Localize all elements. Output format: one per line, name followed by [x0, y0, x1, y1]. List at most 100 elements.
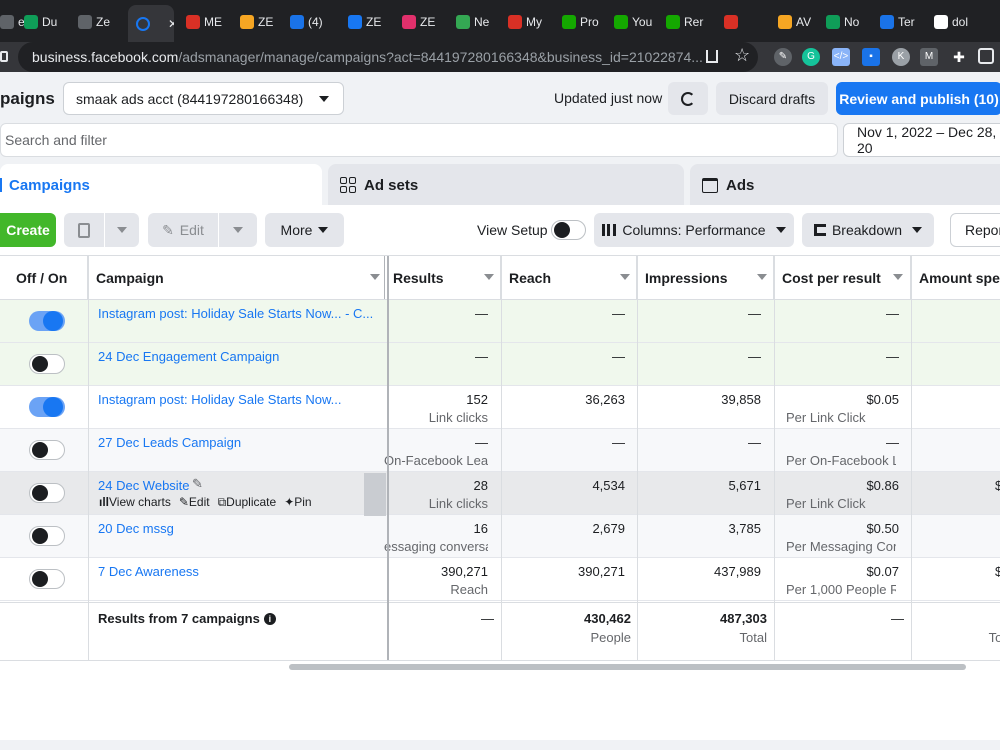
more-button[interactable]: More: [265, 213, 344, 247]
edit-action-label: Edit: [188, 495, 210, 509]
column-header-reach[interactable]: Reach: [501, 256, 637, 300]
column-header-campaign[interactable]: Campaign: [88, 256, 388, 300]
edit-button[interactable]: ✎ Edit: [148, 213, 218, 247]
edit-action[interactable]: ✎Edit: [179, 495, 210, 510]
row-drag-handle[interactable]: [364, 473, 386, 516]
cost-per-result-type: Per Link Click: [786, 496, 866, 511]
totals-top-border: [0, 602, 1000, 603]
bookmark-star-icon[interactable]: ☆: [734, 45, 750, 66]
pencil-icon[interactable]: ✎: [192, 476, 203, 492]
campaign-toggle[interactable]: [29, 569, 65, 589]
campaign-name-link[interactable]: 27 Dec Leads Campaign: [98, 435, 378, 450]
browser-tab[interactable]: Ze: [78, 7, 124, 37]
page-footer-strip: [0, 740, 1000, 750]
pin-action[interactable]: ✦Pin: [284, 495, 311, 510]
view-charts-action[interactable]: ıllView charts: [99, 495, 171, 510]
impressions-value: 5,671: [728, 478, 761, 493]
amount-spent-value: $: [995, 478, 1000, 493]
extension-m-icon[interactable]: M: [920, 48, 938, 66]
address-bar[interactable]: business.facebook.com/adsmanager/manage/…: [18, 42, 758, 72]
browser-tab[interactable]: My: [508, 7, 554, 37]
browser-tab[interactable]: Ne: [456, 7, 502, 37]
campaign-name-link[interactable]: 24 Dec Website: [98, 478, 378, 493]
column-header-impressions[interactable]: Impressions: [637, 256, 774, 300]
campaign-name-link[interactable]: Instagram post: Holiday Sale Starts Now.…: [98, 306, 378, 321]
browser-tab[interactable]: ME: [186, 7, 232, 37]
browser-tab[interactable]: Du: [24, 7, 70, 37]
reach-value: 4,534: [592, 478, 625, 493]
date-range-picker[interactable]: Nov 1, 2022 – Dec 28, 20: [843, 123, 1000, 157]
grammarly-icon[interactable]: G: [802, 48, 820, 66]
browser-tab[interactable]: ZE: [348, 7, 394, 37]
impressions-value: 437,989: [714, 564, 761, 579]
search-filter-bar[interactable]: Search and filter: [0, 123, 838, 157]
tab-close-icon[interactable]: ✕: [168, 17, 174, 31]
tab-favicon-icon: [562, 15, 576, 29]
tab-favicon-icon: [934, 15, 948, 29]
columns-button[interactable]: Columns: Performance: [594, 213, 794, 247]
campaign-toggle[interactable]: [29, 440, 65, 460]
tab-favicon-icon: [402, 15, 416, 29]
campaign-toggle[interactable]: [29, 311, 65, 331]
column-header-cost-per-result[interactable]: Cost per result: [774, 256, 911, 300]
view-setup-label: View Setup: [477, 222, 548, 238]
campaign-toggle[interactable]: [29, 397, 65, 417]
view-setup-toggle[interactable]: [551, 220, 586, 240]
browser-tab[interactable]: AV: [778, 7, 824, 37]
column-header-amount-spent[interactable]: Amount spent: [911, 256, 1000, 300]
duplicate-dropdown[interactable]: [105, 213, 139, 247]
breakdown-button[interactable]: Breakdown: [802, 213, 934, 247]
cost-per-result-value: $0.05: [866, 392, 899, 407]
extensions-puzzle-icon[interactable]: ✚: [950, 48, 968, 66]
tab-campaigns[interactable]: Campaigns: [0, 164, 322, 206]
browser-tab[interactable]: You: [614, 7, 660, 37]
browser-tab[interactable]: Rer: [666, 7, 712, 37]
results-type: On-Facebook Lead: [384, 453, 488, 468]
campaign-toggle[interactable]: [29, 526, 65, 546]
page-title: paigns: [0, 89, 55, 108]
sidebar-panel-icon[interactable]: [978, 48, 994, 64]
tab-favicon-icon: [614, 15, 628, 29]
review-publish-button[interactable]: Review and publish (10): [836, 82, 1000, 115]
horizontal-scrollbar[interactable]: [289, 664, 966, 670]
breakdown-icon: [813, 224, 826, 236]
column-divider: [637, 256, 638, 660]
campaign-toggle[interactable]: [29, 483, 65, 503]
extension-square-icon[interactable]: ▪: [862, 48, 880, 66]
campaign-name-link[interactable]: 24 Dec Engagement Campaign: [98, 349, 378, 364]
browser-tab[interactable]: ZE: [240, 7, 286, 37]
browser-tab[interactable]: dol: [934, 7, 980, 37]
column-header-offon[interactable]: Off / On: [8, 256, 88, 300]
tab-ads[interactable]: Ads: [690, 164, 1000, 206]
create-button[interactable]: Create: [0, 213, 56, 247]
browser-tab[interactable]: ZE: [402, 7, 448, 37]
campaign-name-link[interactable]: Instagram post: Holiday Sale Starts Now.…: [98, 392, 378, 407]
browser-tab[interactable]: [724, 7, 770, 37]
reports-button[interactable]: Repor: [950, 213, 1000, 247]
reach-value: —: [612, 349, 625, 364]
campaign-toggle[interactable]: [29, 354, 65, 374]
account-selector[interactable]: smaak ads acct (844197280166348): [63, 82, 344, 115]
tab-favicon-icon: [24, 15, 38, 29]
cost-per-result-value: $0.50: [866, 521, 899, 536]
duplicate-action[interactable]: ⧉Duplicate: [218, 495, 277, 510]
campaign-name-link[interactable]: 20 Dec mssg: [98, 521, 378, 536]
campaign-name-link[interactable]: 7 Dec Awareness: [98, 564, 378, 579]
browser-tab[interactable]: Pro: [562, 7, 608, 37]
tab-adsets[interactable]: Ad sets: [328, 164, 684, 206]
tab-favicon-icon: [78, 15, 92, 29]
browser-tab[interactable]: No: [826, 7, 872, 37]
info-icon[interactable]: i: [263, 612, 276, 625]
duplicate-button[interactable]: [64, 213, 104, 247]
extension-k-icon[interactable]: K: [892, 48, 910, 66]
extension-pen-icon[interactable]: ✎: [774, 48, 792, 66]
discard-drafts-button[interactable]: Discard drafts: [716, 82, 828, 115]
browser-tab[interactable]: ✕: [128, 5, 174, 42]
edit-dropdown[interactable]: [219, 213, 257, 247]
browser-tab[interactable]: Ter: [880, 7, 926, 37]
browser-tab[interactable]: (4): [290, 7, 336, 37]
extension-code-icon[interactable]: </>: [832, 48, 850, 66]
share-icon[interactable]: [706, 50, 718, 63]
refresh-button[interactable]: [668, 82, 708, 115]
cost-per-result-value: —: [886, 306, 899, 321]
